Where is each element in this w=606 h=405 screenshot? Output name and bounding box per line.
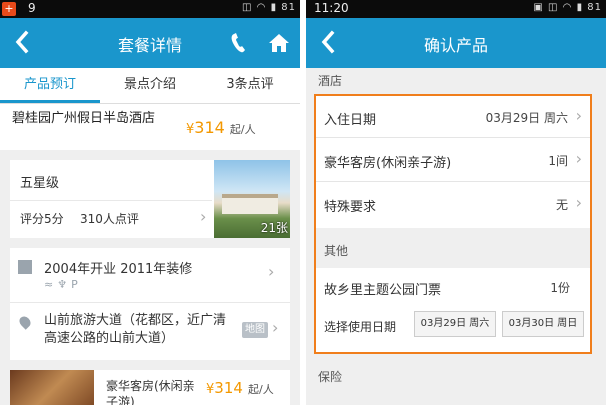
- home-icon: [269, 34, 289, 52]
- phone-button[interactable]: [228, 30, 248, 56]
- status-time: 11:20: [314, 1, 349, 15]
- building-icon: [18, 260, 32, 274]
- date-option-2[interactable]: 03月30日 周日: [502, 311, 584, 337]
- section-other-label: 其他: [324, 244, 349, 258]
- ticket-label: 故乡里主题公园门票: [324, 283, 442, 298]
- confirm-screen: 11:20 ▣ ◫ ◠ ▮ 81 确认产品 酒店 入住日期 03月29日 周六 …: [306, 0, 606, 405]
- room-type-label: 豪华客房(休闲亲子游): [324, 156, 452, 171]
- divider: [10, 200, 212, 201]
- tab-reviews[interactable]: 3条点评: [200, 68, 300, 103]
- mute-icon: ◫: [548, 2, 559, 13]
- status-bar: + 9 ◫ ◠ ▮ 81: [0, 0, 300, 18]
- wifi-facility-icon: ≈: [44, 278, 58, 291]
- room-item[interactable]: 豪华客房(休闲亲子游) ¥314 起/人: [10, 370, 290, 405]
- chevron-right-icon: ›: [268, 262, 275, 281]
- notification-icon: ▣: [533, 2, 544, 13]
- wifi-icon: ◠: [256, 2, 267, 13]
- status-bar: 11:20 ▣ ◫ ◠ ▮ 81: [306, 0, 606, 18]
- building-shape: [222, 194, 278, 214]
- signal-icon: ▮: [270, 2, 278, 13]
- photo-count: 21张: [260, 221, 288, 235]
- room-price: ¥314 起/人: [206, 379, 274, 397]
- checkin-date-row[interactable]: 入住日期 03月29日 周六 ›: [316, 96, 590, 138]
- ticket-row: 故乡里主题公园门票 1份: [316, 268, 590, 304]
- nav-bar: 套餐详情: [0, 18, 300, 68]
- special-request-value: 无: [555, 198, 568, 212]
- location-pin-icon: [17, 314, 33, 330]
- parking-facility-icon: P: [71, 278, 82, 291]
- ticket-quantity: 1份: [550, 281, 570, 295]
- chevron-right-icon: ›: [575, 149, 582, 168]
- special-request-label: 特殊要求: [324, 200, 377, 215]
- room-photo: [10, 370, 94, 405]
- mute-icon: ◫: [242, 2, 253, 13]
- home-button[interactable]: [266, 30, 292, 56]
- detail-screen: + 9 ◫ ◠ ▮ 81 套餐详情 产品预订 景点介绍 3条点评 碧桂园广州假日…: [0, 0, 300, 405]
- page-title: 确认产品: [423, 36, 488, 55]
- hotel-price: ¥314 起/人: [186, 118, 256, 137]
- use-date-row: 选择使用日期 03月29日 周六 03月30日 周日: [316, 308, 590, 348]
- room-name: 豪华客房(休闲亲子游): [106, 379, 195, 405]
- status-indicators: ▣ ◫ ◠ ▮ 81: [533, 2, 602, 13]
- hotel-star-level: 五星级: [20, 176, 60, 191]
- status-indicators: ◫ ◠ ▮ 81: [242, 2, 296, 13]
- map-button[interactable]: 地图: [242, 322, 268, 338]
- section-hotel-label: 酒店: [318, 74, 343, 88]
- use-date-label: 选择使用日期: [324, 320, 397, 334]
- chevron-right-icon: ›: [272, 318, 279, 337]
- checkin-value: 03月29日 周六: [485, 111, 568, 125]
- chevron-right-icon: ›: [575, 106, 582, 125]
- hotel-info-card: 2004年开业 2011年装修 ≈♆P › 山前旅游大道（花都区，近广清高速公路…: [10, 248, 290, 360]
- rating-score: 评分5分: [20, 212, 64, 226]
- open-year: 2004年开业 2011年装修: [44, 262, 193, 277]
- section-other: 其他: [316, 228, 590, 268]
- hotel-header: 碧桂园广州假日半岛酒店 ¥314 起/人: [0, 104, 300, 150]
- battery-level: 81: [281, 2, 296, 13]
- special-request-row[interactable]: 特殊要求 无 ›: [316, 182, 590, 226]
- chevron-right-icon: ›: [575, 193, 582, 212]
- hotel-name: 碧桂园广州假日半岛酒店: [12, 111, 156, 126]
- room-type-row[interactable]: 豪华客房(休闲亲子游) 1间 ›: [316, 138, 590, 182]
- room-count: 1间: [548, 154, 568, 168]
- date-option-1[interactable]: 03月29日 周六: [414, 311, 496, 337]
- detail-tabs: 产品预订 景点介绍 3条点评: [0, 68, 300, 104]
- section-insurance-label: 保险: [318, 370, 343, 384]
- phone-icon: [231, 33, 245, 53]
- wifi-icon: ◠: [562, 2, 573, 13]
- signal-icon: ▮: [576, 2, 584, 13]
- status-time: 9: [28, 1, 36, 15]
- tab-product-booking[interactable]: 产品预订: [0, 68, 100, 103]
- nav-bar: 确认产品: [306, 18, 606, 68]
- checkin-label: 入住日期: [324, 113, 377, 128]
- restaurant-facility-icon: ♆: [57, 278, 72, 291]
- chevron-right-icon: ›: [200, 207, 207, 226]
- review-count: 310人点评: [80, 212, 139, 226]
- highlight-box: 入住日期 03月29日 周六 › 豪华客房(休闲亲子游) 1间 › 特殊要求 无…: [314, 94, 592, 354]
- facility-icons: ≈♆P: [44, 278, 82, 291]
- app-notification-icon: +: [2, 2, 16, 16]
- hotel-address: 山前旅游大道（花都区，近广清高速公路的山前大道）: [44, 313, 227, 346]
- divider: [10, 302, 290, 303]
- hotel-photo[interactable]: 21张: [214, 160, 290, 238]
- battery-level: 81: [587, 2, 602, 13]
- rating-card[interactable]: 五星级 评分5分 310人点评 › 21张: [10, 160, 290, 238]
- page-title: 套餐详情: [117, 36, 182, 55]
- tab-attraction-intro[interactable]: 景点介绍: [100, 68, 200, 103]
